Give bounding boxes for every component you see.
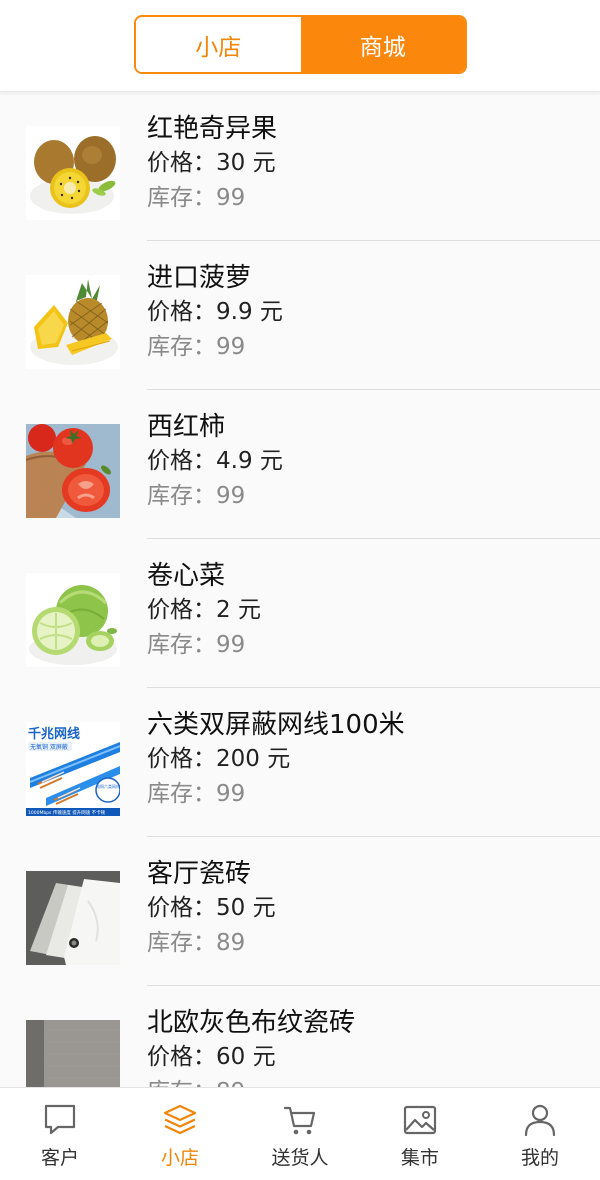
product-item[interactable]: 卷心菜 价格：2 元 库存：99 <box>0 539 600 688</box>
product-name: 进口菠萝 <box>147 263 252 293</box>
product-item[interactable]: 红艳奇异果 价格：30 元 库存：99 <box>0 92 600 241</box>
product-item[interactable]: 西红柿 价格：4.9 元 库存：99 <box>0 390 600 539</box>
svg-text:纯铜六类网线: 纯铜六类网线 <box>96 783 120 789</box>
tab-mall[interactable]: 商城 <box>300 17 465 72</box>
svg-text:千兆网线: 千兆网线 <box>28 726 80 742</box>
product-price: 价格：2 元 <box>147 597 261 623</box>
grey-tile-image <box>26 1020 120 1087</box>
tab-label: 送货人 <box>271 1147 329 1169</box>
product-price: 价格：4.9 元 <box>147 448 283 474</box>
product-price: 价格：30 元 <box>147 150 276 176</box>
store-mall-switch: 小店 商城 <box>134 15 467 74</box>
product-stock: 库存：99 <box>147 334 246 360</box>
network-cable-image: 千兆网线 无氧铜 双屏蔽 纯铜六类网线 1000Mbps 传输速度 提升网速 不… <box>26 722 120 816</box>
top-header: 小店 商城 <box>0 0 600 92</box>
tab-customers[interactable]: 客户 <box>0 1088 120 1180</box>
product-name: 六类双屏蔽网线100米 <box>147 710 405 740</box>
product-stock: 库存：99 <box>147 483 246 509</box>
product-item[interactable]: 北欧灰色布纹瓷砖 价格：60 元 库存：89 <box>0 986 600 1087</box>
product-price: 价格：200 元 <box>147 746 291 772</box>
svg-text:1000Mbps 传输速度 提升网速 不卡顿: 1000Mbps 传输速度 提升网速 不卡顿 <box>28 809 106 816</box>
kiwi-image <box>26 126 120 220</box>
product-price: 价格：60 元 <box>147 1044 276 1070</box>
product-price: 价格：9.9 元 <box>147 299 283 325</box>
cabbage-image <box>26 573 120 667</box>
product-list[interactable]: 红艳奇异果 价格：30 元 库存：99 进口菠萝 价格：9.9 元 库存：99 … <box>0 92 600 1087</box>
product-stock: 库存：99 <box>147 185 246 211</box>
tab-label: 我的 <box>520 1147 559 1169</box>
user-icon <box>524 1104 556 1137</box>
product-item[interactable]: 客厅瓷砖 价格：50 元 库存：89 <box>0 837 600 986</box>
product-name: 西红柿 <box>147 412 226 442</box>
product-stock: 库存：99 <box>147 781 246 807</box>
product-name: 北欧灰色布纹瓷砖 <box>147 1008 356 1038</box>
tab-label: 小店 <box>160 1147 199 1169</box>
image-icon <box>403 1105 437 1135</box>
tab-label: 集市 <box>400 1147 439 1169</box>
tomato-image <box>26 424 120 518</box>
svg-text:无氧铜 双屏蔽: 无氧铜 双屏蔽 <box>30 743 68 751</box>
product-name: 客厅瓷砖 <box>147 859 252 889</box>
layers-icon <box>163 1104 197 1135</box>
product-stock: 库存：89 <box>147 930 246 956</box>
tab-delivery[interactable]: 送货人 <box>240 1088 360 1180</box>
tab-label: 客户 <box>40 1147 79 1169</box>
product-stock: 库存：99 <box>147 632 246 658</box>
floor-tile-image <box>26 871 120 965</box>
tab-profile[interactable]: 我的 <box>480 1088 600 1180</box>
cart-icon <box>283 1106 316 1135</box>
tab-shop[interactable]: 小店 <box>136 17 301 72</box>
product-name: 红艳奇异果 <box>147 114 278 144</box>
product-item[interactable]: 千兆网线 无氧铜 双屏蔽 纯铜六类网线 1000Mbps 传输速度 提升网速 不… <box>0 688 600 837</box>
product-price: 价格：50 元 <box>147 895 276 921</box>
tab-shop-nav[interactable]: 小店 <box>120 1088 240 1180</box>
chat-icon <box>44 1104 76 1135</box>
tab-market[interactable]: 集市 <box>360 1088 480 1180</box>
product-item[interactable]: 进口菠萝 价格：9.9 元 库存：99 <box>0 241 600 390</box>
product-stock: 库存：89 <box>147 1075 355 1087</box>
product-name: 卷心菜 <box>147 561 226 591</box>
bottom-tab-bar: 客户 小店 送货人 集市 我的 <box>0 1087 600 1180</box>
pineapple-image <box>26 275 120 369</box>
